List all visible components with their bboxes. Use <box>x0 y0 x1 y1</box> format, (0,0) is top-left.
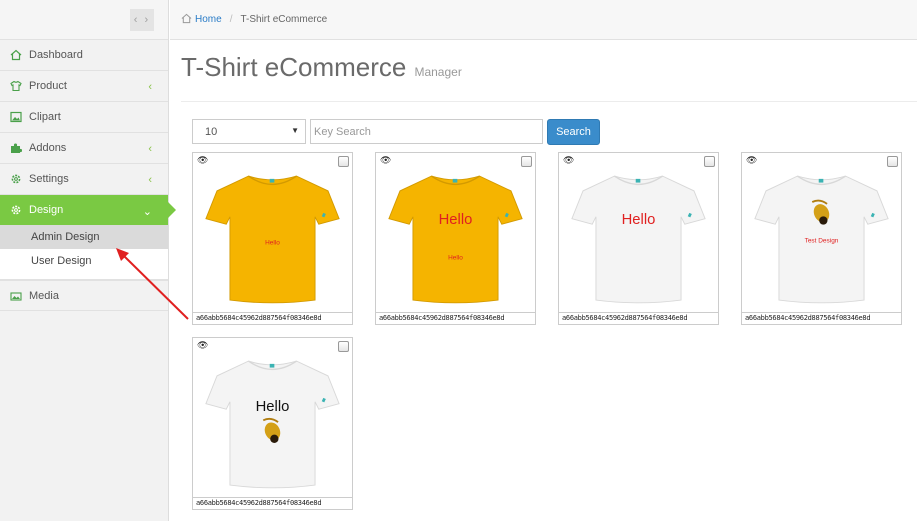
design-card[interactable]: 👁 Hello a66abb5684c45962d887564f08346e8d <box>192 152 353 325</box>
chevron-left-icon: ‹ <box>148 143 152 155</box>
tshirt-image: Hello <box>205 360 340 489</box>
tshirt-image: Hello <box>205 175 340 304</box>
home-icon <box>9 49 22 62</box>
design-small-text: Hello <box>265 240 280 247</box>
breadcrumb-separator: / <box>229 14 233 25</box>
search-input[interactable]: Key Search <box>310 119 543 144</box>
design-card[interactable]: 👁 Hello a66abb5684c45962d887564f08346e8d <box>192 337 353 510</box>
active-indicator <box>168 202 176 218</box>
image-icon <box>9 111 22 124</box>
tshirt-image: Test Design <box>754 175 889 304</box>
page-size-value: 10 <box>205 125 218 138</box>
sidebar-item-settings[interactable]: Settings ‹ <box>0 164 168 195</box>
sidebar-item-media[interactable]: Media <box>0 280 168 311</box>
tshirt-image: Hello Hello <box>388 175 523 304</box>
sidebar-item-label: Product <box>29 80 67 92</box>
design-id: a66abb5684c45962d887564f08346e8d <box>193 312 352 324</box>
chevron-down-icon: ⌄ <box>142 206 152 218</box>
design-big-text: Hello <box>439 212 473 228</box>
chevron-left-icon: ‹ <box>148 81 152 93</box>
sidebar-item-label: Clipart <box>29 111 61 123</box>
page-subtitle: Manager <box>414 65 462 79</box>
page-header: T-Shirt eCommerce Manager <box>181 52 917 102</box>
design-card[interactable]: 👁 Hello Hello a66abb5684c45962d887564f083… <box>375 152 536 325</box>
sidebar: ‹ › Dashboard Product ‹ Clipart Addons ‹… <box>0 0 176 521</box>
breadcrumb-home-link[interactable]: Home <box>195 14 222 25</box>
search-button[interactable]: Search <box>547 119 600 145</box>
design-id: a66abb5684c45962d887564f08346e8d <box>559 312 718 324</box>
sidebar-collapse-button[interactable]: ‹ › <box>130 9 154 31</box>
breadcrumb: Home / T-Shirt eCommerce <box>170 0 917 40</box>
tshirt-icon <box>9 80 22 93</box>
design-small-text: Hello <box>448 254 463 261</box>
design-id: a66abb5684c45962d887564f08346e8d <box>193 497 352 509</box>
sidebar-subitem-admin-design[interactable]: Admin Design <box>0 225 168 249</box>
gear-icon <box>9 173 22 186</box>
sidebar-item-clipart[interactable]: Clipart <box>0 102 168 133</box>
sidebar-item-product[interactable]: Product ‹ <box>0 71 168 102</box>
puzzle-icon <box>9 142 22 155</box>
home-icon <box>181 13 192 27</box>
filter-controls: 10 ▼ Key Search Search <box>192 119 600 145</box>
design-id: a66abb5684c45962d887564f08346e8d <box>376 312 535 324</box>
design-submenu: Admin Design User Design <box>0 225 168 280</box>
sidebar-item-design[interactable]: Design ⌄ <box>0 195 176 225</box>
design-big-text: Hello <box>256 399 290 415</box>
design-id: a66abb5684c45962d887564f08346e8d <box>742 312 901 324</box>
breadcrumb-current: T-Shirt eCommerce <box>240 14 328 25</box>
design-small-text: Test Design <box>805 238 839 245</box>
sidebar-subitem-user-design[interactable]: User Design <box>0 249 168 273</box>
sidebar-item-label: Addons <box>29 142 67 154</box>
sidebar-item-dashboard[interactable]: Dashboard <box>0 40 168 71</box>
design-big-text: Hello <box>622 212 656 228</box>
sidebar-item-addons[interactable]: Addons ‹ <box>0 133 168 164</box>
chevron-left-icon: ‹ <box>148 174 152 186</box>
sidebar-item-label: Media <box>29 289 59 302</box>
caret-down-icon: ▼ <box>291 126 299 135</box>
page-size-select[interactable]: 10 ▼ <box>192 119 306 144</box>
page-title: T-Shirt eCommerce <box>181 52 407 82</box>
design-card[interactable]: 👁 Test Design a66abb5684c45962d887564f08… <box>741 152 902 325</box>
sidebar-item-label: Dashboard <box>29 49 83 61</box>
sidebar-header: ‹ › <box>0 0 168 40</box>
gear-icon <box>9 204 22 217</box>
sidebar-item-label: Settings <box>29 173 69 185</box>
photos-icon <box>9 289 22 302</box>
tshirt-image: Hello <box>571 175 706 304</box>
design-card[interactable]: 👁 Hello a66abb5684c45962d887564f08346e8d <box>558 152 719 325</box>
sidebar-item-label: Design <box>29 204 64 216</box>
